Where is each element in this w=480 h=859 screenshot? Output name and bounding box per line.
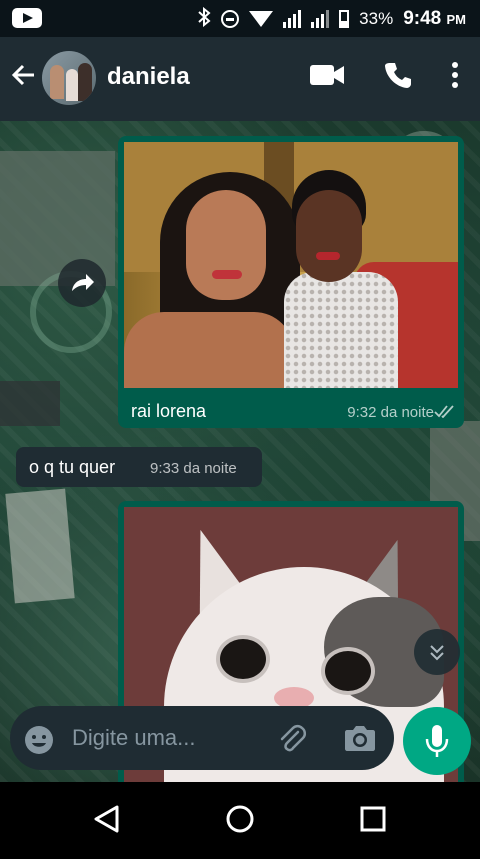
message-bubble-outgoing[interactable]: rai lorena 9:32 da noite: [118, 136, 464, 428]
header-actions: [310, 61, 458, 94]
message-input[interactable]: Digite uma...: [72, 725, 196, 751]
emoji-icon[interactable]: [24, 725, 53, 754]
signal-icon: [283, 10, 302, 28]
do-not-disturb-icon: [221, 10, 240, 28]
avatar-figure: [50, 65, 64, 99]
photo-detail: [316, 252, 340, 260]
message-time: 9:32 da noite: [347, 404, 434, 421]
photo-detail: [321, 647, 375, 695]
status-bar: 33% 9:48 PM: [0, 0, 480, 37]
avatar-figure: [66, 69, 78, 101]
wallpaper-decoration: [5, 488, 75, 604]
voice-call-icon[interactable]: [384, 61, 412, 94]
status-right: 33% 9:48 PM: [197, 6, 466, 32]
microphone-button[interactable]: [403, 707, 471, 775]
nav-home-icon[interactable]: [226, 805, 254, 833]
photo-attachment[interactable]: [124, 142, 458, 388]
photo-detail: [212, 270, 242, 279]
bluetooth-icon: [197, 6, 211, 32]
clock: 9:48 PM: [403, 8, 466, 30]
status-left: [12, 8, 42, 28]
battery-icon: [339, 10, 350, 28]
photo-detail: [216, 635, 270, 683]
message-time: 9:33 da noite: [150, 460, 237, 477]
youtube-notification-icon: [12, 8, 42, 28]
chat-area[interactable]: rai lorena 9:32 da noite o q tu quer 9:3…: [0, 121, 480, 782]
camera-icon[interactable]: [344, 724, 376, 757]
photo-detail: [186, 190, 266, 300]
clock-time: 9:48: [403, 8, 442, 29]
video-call-icon[interactable]: [310, 64, 344, 91]
nav-back-icon[interactable]: [94, 805, 119, 833]
read-receipt-icon: [434, 404, 456, 423]
microphone-icon: [425, 725, 449, 757]
photo-detail: [124, 312, 294, 388]
message-text: o q tu quer: [29, 457, 116, 477]
chat-header: daniela: [0, 37, 480, 121]
scroll-to-bottom-button[interactable]: [414, 629, 460, 675]
system-navigation-bar: [0, 782, 480, 854]
message-bubble-incoming[interactable]: o q tu quer 9:33 da noite: [16, 447, 262, 487]
battery-percent: 33%: [359, 9, 394, 28]
avatar[interactable]: [42, 51, 96, 105]
overflow-menu-icon[interactable]: [452, 62, 458, 93]
photo-detail: [296, 190, 362, 282]
wifi-icon: [249, 11, 274, 27]
wallpaper-decoration: [0, 381, 60, 426]
contact-name[interactable]: daniela: [107, 63, 190, 91]
message-composer: Digite uma...: [10, 706, 394, 770]
avatar-figure: [78, 63, 92, 101]
image-caption: rai lorena: [131, 401, 207, 421]
forward-icon[interactable]: [58, 259, 106, 307]
photo-detail: [284, 272, 398, 388]
nav-recents-icon[interactable]: [360, 806, 386, 832]
back-arrow-icon[interactable]: [10, 61, 38, 89]
clock-ampm: PM: [446, 12, 467, 27]
attach-icon[interactable]: [276, 722, 308, 759]
signal-2-icon: [311, 10, 330, 28]
